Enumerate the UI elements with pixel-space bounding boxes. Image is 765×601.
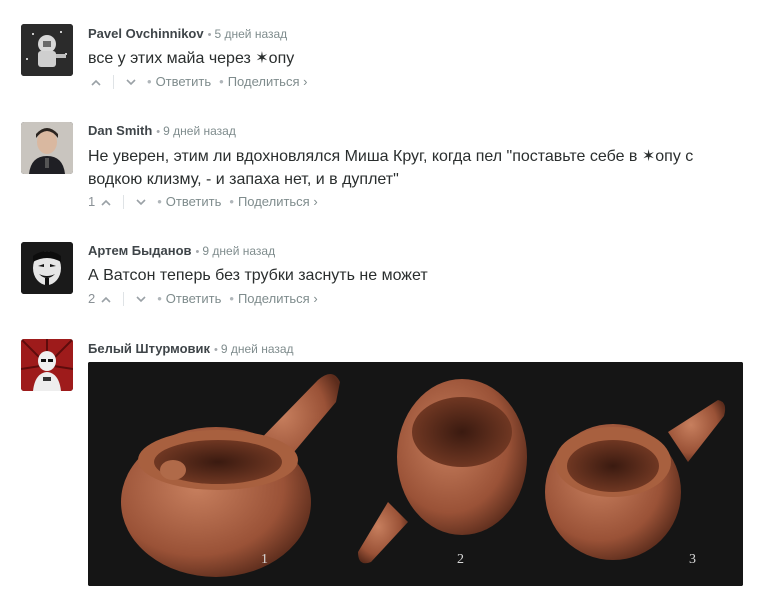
comment-author[interactable]: Dan Smith — [88, 123, 152, 138]
separator-dot: • — [157, 194, 162, 209]
comment-actions: 2 • Ответить • Поделиться › — [88, 291, 318, 306]
separator-dot: • — [214, 344, 218, 356]
separator-dot: • — [195, 246, 200, 258]
separator-dot: • — [156, 126, 161, 138]
chevron-down-icon[interactable] — [133, 194, 149, 209]
clay-pipes-illustration — [88, 362, 743, 586]
comment-author[interactable]: Pavel Ovchinnikov — [88, 26, 204, 41]
separator-dot: • — [207, 29, 212, 41]
chevron-down-icon[interactable] — [123, 74, 139, 89]
comment-actions: • Ответить • Поделиться › — [88, 74, 307, 89]
vote-divider — [123, 291, 125, 306]
vote-count: 1 — [88, 194, 96, 209]
figure-label: 2 — [457, 552, 464, 567]
avatar[interactable] — [21, 339, 73, 391]
comment-text: все у этих майа через ✶опу — [88, 50, 295, 67]
vote-divider — [113, 74, 114, 89]
comment-timestamp[interactable]: 9 дней назад — [163, 124, 236, 138]
vote-divider — [123, 194, 125, 209]
share-button[interactable]: Поделиться › — [238, 291, 318, 306]
comment-text: Не уверен, этим ли вдохновлялся Миша Кру… — [88, 148, 694, 188]
avatar[interactable] — [21, 242, 73, 294]
chevron-up-icon[interactable] — [98, 291, 114, 306]
comment-author[interactable]: Артем Быданов — [88, 243, 192, 258]
separator-dot: • — [219, 74, 224, 89]
comment-timestamp[interactable]: 9 дней назад — [202, 244, 275, 258]
reply-button[interactable]: Ответить — [166, 291, 222, 306]
avatar[interactable] — [21, 122, 73, 174]
comment-text: А Ватсон теперь без трубки заснуть не мо… — [88, 267, 428, 284]
separator-dot: • — [157, 291, 162, 306]
separator-dot: • — [229, 194, 234, 209]
share-button[interactable]: Поделиться › — [228, 74, 308, 89]
reply-button[interactable]: Ответить — [166, 194, 222, 209]
separator-dot: • — [229, 291, 234, 306]
comment-timestamp[interactable]: 5 дней назад — [214, 27, 287, 41]
chevron-up-icon[interactable] — [88, 74, 104, 89]
avatar[interactable] — [21, 24, 73, 76]
comment-timestamp[interactable]: 9 дней назад — [221, 342, 294, 356]
comment-actions: 1 • Ответить • Поделиться › — [88, 194, 318, 209]
chevron-up-icon[interactable] — [98, 194, 114, 209]
separator-dot: • — [147, 74, 152, 89]
comment-author[interactable]: Белый Штурмовик — [88, 341, 210, 356]
figure-label: 3 — [689, 552, 696, 567]
reply-button[interactable]: Ответить — [156, 74, 212, 89]
vote-count: 2 — [88, 291, 96, 306]
chevron-down-icon[interactable] — [133, 291, 149, 306]
comment-image[interactable]: 1 2 3 — [88, 362, 743, 586]
figure-label: 1 — [261, 552, 268, 567]
share-button[interactable]: Поделиться › — [238, 194, 318, 209]
